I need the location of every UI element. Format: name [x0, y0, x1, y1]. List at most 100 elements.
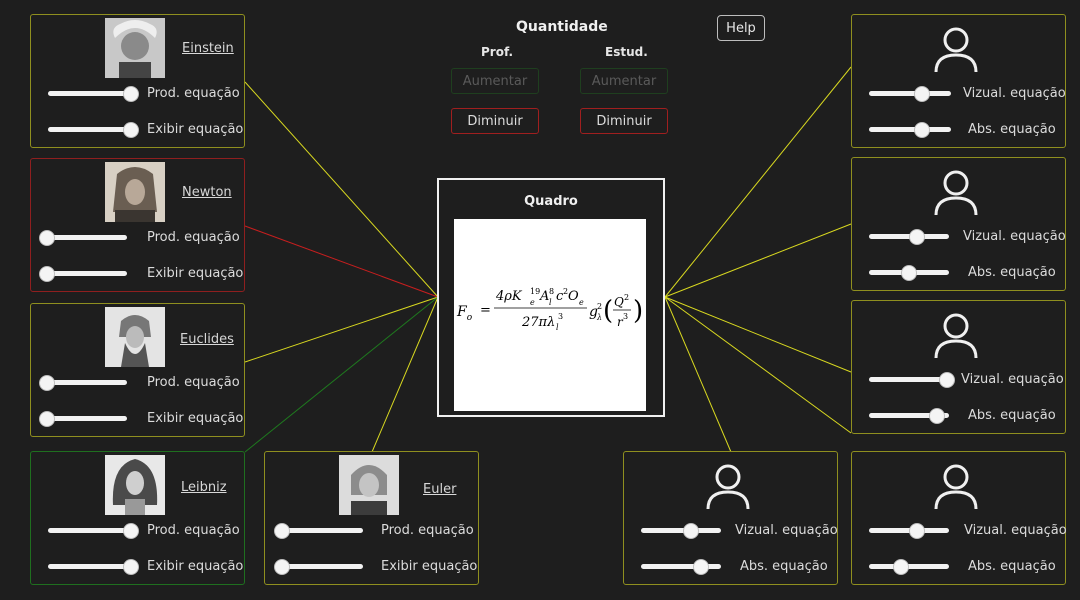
slider-knob[interactable]	[39, 266, 56, 282]
show-equation-slider[interactable]	[48, 120, 140, 140]
visualize-equation-label: Vizual. equação	[735, 523, 838, 538]
svg-text:A: A	[539, 289, 549, 304]
student-user-icon	[932, 311, 980, 359]
newton-portrait	[105, 162, 165, 222]
line-leibniz	[244, 296, 439, 453]
slider-track[interactable]	[45, 271, 127, 276]
slider-track[interactable]	[45, 380, 127, 385]
student-user-icon	[932, 168, 980, 216]
svg-text:): )	[633, 296, 643, 326]
absorb-equation-slider[interactable]	[869, 120, 951, 140]
absorb-equation-slider[interactable]	[869, 263, 949, 283]
show-equation-label: Exibir equação	[147, 266, 244, 281]
slider-knob[interactable]	[123, 86, 140, 102]
slider-knob[interactable]	[39, 411, 56, 427]
slider-track[interactable]	[869, 127, 951, 132]
prof-increase-button[interactable]: Aumentar	[451, 68, 539, 94]
slider-knob[interactable]	[123, 122, 140, 138]
slider-track[interactable]	[869, 564, 949, 569]
slider-knob[interactable]	[123, 523, 140, 539]
visualize-equation-slider[interactable]	[869, 227, 949, 247]
slider-knob[interactable]	[273, 559, 290, 575]
prod-equation-label: Prod. equação	[147, 523, 240, 538]
slider-knob[interactable]	[929, 408, 945, 424]
slider-knob[interactable]	[39, 375, 56, 391]
board: Quadro Fo = 4ρK 19 e A 8 l c 2 O e 27πλ …	[437, 178, 665, 417]
professor-name[interactable]: Newton	[182, 185, 232, 200]
prod-equation-slider[interactable]	[39, 373, 127, 393]
prod-equation-slider[interactable]	[273, 521, 363, 541]
prod-equation-label: Prod. equação	[147, 375, 240, 390]
slider-track[interactable]	[641, 528, 721, 533]
visualize-equation-label: Vizual. equação	[964, 523, 1067, 538]
slider-knob[interactable]	[273, 523, 290, 539]
student-decrease-button[interactable]: Diminuir	[580, 108, 668, 134]
slider-knob[interactable]	[693, 559, 709, 575]
slider-track[interactable]	[279, 528, 363, 533]
slider-knob[interactable]	[893, 559, 909, 575]
svg-text:l: l	[556, 323, 559, 332]
student-increase-button[interactable]: Aumentar	[580, 68, 668, 94]
help-button[interactable]: Help	[717, 15, 765, 41]
line-student-3	[664, 296, 852, 373]
prod-equation-slider[interactable]	[48, 521, 140, 541]
slider-track[interactable]	[48, 564, 134, 569]
student-panel-4: Vizual. equação Abs. equação	[623, 451, 838, 585]
visualize-equation-slider[interactable]	[869, 84, 951, 104]
professor-name[interactable]: Leibniz	[181, 480, 227, 495]
slider-track[interactable]	[279, 564, 363, 569]
student-user-icon	[932, 462, 980, 510]
slider-knob[interactable]	[682, 523, 699, 539]
slider-knob[interactable]	[914, 122, 931, 138]
professor-name[interactable]: Euler	[423, 482, 456, 497]
show-equation-slider[interactable]	[273, 557, 363, 577]
slider-knob[interactable]	[901, 265, 917, 281]
prod-equation-slider[interactable]	[48, 84, 140, 104]
slider-knob[interactable]	[39, 230, 56, 246]
slider-track[interactable]	[45, 235, 127, 240]
absorb-equation-slider[interactable]	[641, 557, 721, 577]
absorb-equation-slider[interactable]	[869, 557, 949, 577]
line-student-4	[664, 296, 732, 453]
estud-label: Estud.	[605, 45, 648, 59]
professor-name[interactable]: Euclides	[180, 332, 234, 347]
svg-text:Q: Q	[614, 295, 624, 309]
slider-track[interactable]	[869, 377, 949, 382]
absorb-equation-label: Abs. equação	[968, 122, 1056, 137]
visualize-equation-slider[interactable]	[869, 521, 949, 541]
professor-name[interactable]: Einstein	[182, 41, 234, 56]
line-student-1	[664, 66, 852, 298]
svg-text:3: 3	[558, 312, 563, 321]
slider-track[interactable]	[45, 416, 127, 421]
svg-text:2: 2	[624, 293, 629, 302]
prod-equation-slider[interactable]	[39, 228, 127, 248]
absorb-equation-slider[interactable]	[869, 406, 949, 426]
visualize-equation-label: Vizual. equação	[963, 229, 1066, 244]
visualize-equation-slider[interactable]	[869, 370, 955, 390]
slider-knob[interactable]	[914, 86, 931, 102]
slider-track[interactable]	[641, 564, 721, 569]
show-equation-slider[interactable]	[39, 264, 127, 284]
prof-label: Prof.	[481, 45, 514, 59]
show-equation-slider[interactable]	[48, 557, 140, 577]
slider-knob[interactable]	[123, 559, 140, 575]
slider-track[interactable]	[869, 91, 951, 96]
professor-panel-euclides: Euclides Prod. equação Exibir equação	[30, 303, 245, 437]
slider-track[interactable]	[48, 528, 134, 533]
line-euclides	[244, 296, 439, 363]
slider-track[interactable]	[48, 91, 134, 96]
prof-decrease-button[interactable]: Diminuir	[451, 108, 539, 134]
equation-image: Fo = 4ρK 19 e A 8 l c 2 O e 27πλ 3 l g 2…	[456, 287, 643, 332]
slider-knob[interactable]	[909, 229, 925, 245]
quantity-title: Quantidade	[516, 19, 608, 35]
svg-text:19: 19	[530, 287, 540, 296]
slider-track[interactable]	[48, 127, 134, 132]
show-equation-slider[interactable]	[39, 409, 127, 429]
student-panel-1: Vizual. equação Abs. equação	[851, 14, 1066, 148]
board-paper: Fo = 4ρK 19 e A 8 l c 2 O e 27πλ 3 l g 2…	[454, 219, 646, 411]
slider-knob[interactable]	[938, 372, 955, 388]
svg-text:27πλ: 27πλ	[521, 315, 555, 330]
euler-portrait	[339, 455, 399, 515]
visualize-equation-slider[interactable]	[641, 521, 721, 541]
slider-knob[interactable]	[909, 523, 925, 539]
